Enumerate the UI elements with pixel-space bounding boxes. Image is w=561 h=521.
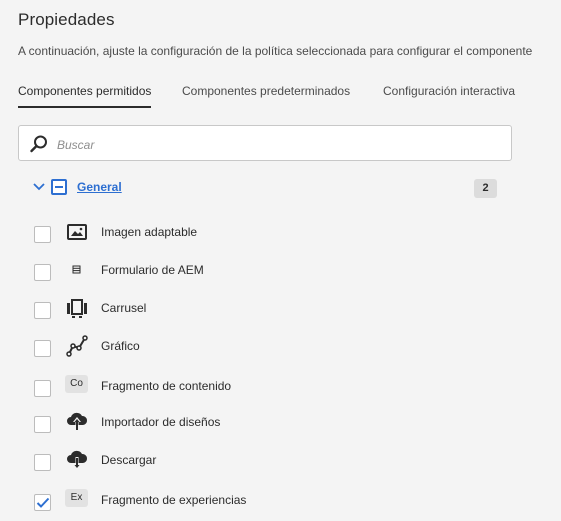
list-item[interactable]: Imagen adaptable	[0, 219, 561, 253]
item-label: Fragmento de contenido	[101, 379, 232, 393]
item-checkbox[interactable]	[34, 264, 51, 281]
item-label: Fragmento de experiencias	[101, 493, 247, 507]
tab-componentes-predeterminados[interactable]: Componentes predeterminados	[182, 84, 350, 98]
page-description: A continuación, ajuste la configuración …	[18, 44, 533, 58]
tab-configuracion-interactiva[interactable]: Configuración interactiva	[383, 84, 515, 98]
search-input[interactable]	[55, 135, 499, 155]
item-label: Carrusel	[101, 301, 147, 315]
content-fragment-icon: Co	[65, 375, 88, 393]
list-item[interactable]: Co Fragmento de contenido	[0, 373, 561, 407]
item-checkbox-checked[interactable]	[34, 494, 51, 511]
item-checkbox[interactable]	[34, 226, 51, 243]
group-checkbox[interactable]	[51, 179, 67, 195]
cloud-upload-icon	[67, 412, 88, 431]
cloud-download-icon	[67, 450, 88, 469]
image-icon	[67, 224, 87, 240]
search-field[interactable]	[18, 125, 512, 161]
item-label: Descargar	[101, 453, 157, 467]
list-item[interactable]: Carrusel	[0, 295, 561, 329]
group-label[interactable]: General	[77, 180, 122, 194]
item-checkbox[interactable]	[34, 340, 51, 357]
item-label: Gráfico	[101, 339, 140, 353]
group-count-badge: 2	[474, 179, 497, 198]
list-item[interactable]: Formulario de AEM	[0, 257, 561, 291]
item-label: Formulario de AEM	[101, 263, 204, 277]
item-label: Imagen adaptable	[101, 225, 198, 239]
item-checkbox[interactable]	[34, 380, 51, 397]
item-checkbox[interactable]	[34, 416, 51, 433]
chart-icon	[66, 335, 88, 357]
list-item[interactable]: Ex Fragmento de experiencias	[0, 487, 561, 521]
active-tab-indicator	[18, 106, 151, 108]
search-icon	[30, 135, 47, 153]
item-checkbox[interactable]	[34, 454, 51, 471]
list-item[interactable]: Gráfico	[0, 333, 561, 367]
list-item[interactable]: Importador de diseños	[0, 409, 561, 443]
carousel-icon	[67, 299, 87, 318]
experience-fragment-icon: Ex	[65, 489, 88, 507]
page-title: Propiedades	[18, 10, 115, 29]
tab-componentes-permitidos[interactable]: Componentes permitidos	[18, 84, 151, 98]
item-checkbox[interactable]	[34, 302, 51, 319]
form-icon	[72, 265, 81, 274]
item-label: Importador de diseños	[101, 415, 221, 429]
list-item[interactable]: Descargar	[0, 447, 561, 481]
chevron-down-icon[interactable]	[33, 182, 45, 192]
check-icon	[36, 497, 50, 508]
